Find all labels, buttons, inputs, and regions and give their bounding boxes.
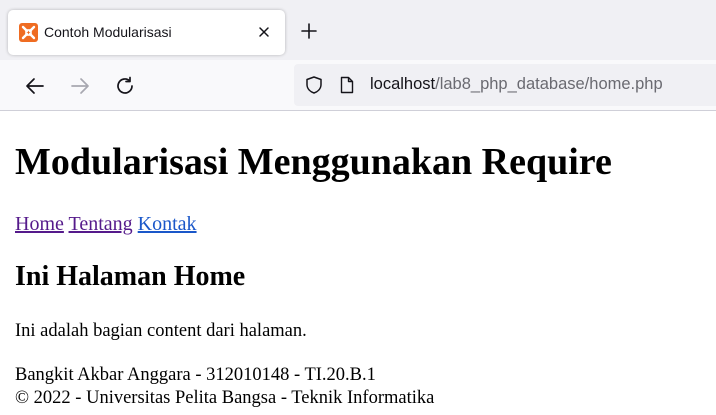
footer: Bangkit Akbar Anggara - 312010148 - TI.2…	[15, 364, 434, 410]
url-path: /lab8_php_database/home.php	[435, 75, 663, 93]
close-tab-icon[interactable]	[255, 23, 273, 41]
section-title: Ini Halaman Home	[15, 261, 246, 292]
nav-link-kontak[interactable]: Kontak	[138, 213, 197, 235]
url-text: localhost/lab8_php_database/home.php	[370, 75, 663, 94]
new-tab-plus-icon[interactable]	[299, 21, 319, 41]
tracking-protection-shield-icon[interactable]	[304, 75, 324, 95]
nav-link-home[interactable]: Home	[15, 213, 64, 235]
footer-copyright-line: © 2022 - Universitas Pelita Bangsa - Tek…	[15, 388, 435, 408]
page-info-icon[interactable]	[339, 76, 355, 94]
browser-tab[interactable]: Contoh Modularisasi	[8, 10, 285, 55]
footer-author-line: Bangkit Akbar Anggara - 312010148 - TI.2…	[15, 365, 376, 385]
tab-title: Contoh Modularisasi	[44, 24, 172, 40]
address-bar[interactable]: localhost/lab8_php_database/home.php	[294, 64, 716, 106]
site-nav: Home Tentang Kontak	[15, 212, 197, 236]
page-title: Modularisasi Menggunakan Require	[15, 141, 612, 183]
url-host: localhost	[370, 75, 436, 93]
nav-link-tentang[interactable]: Tentang	[69, 213, 133, 235]
navigation-toolbar: localhost/lab8_php_database/home.php	[0, 60, 716, 111]
forward-arrow-icon[interactable]	[69, 75, 91, 97]
tab-strip: Contoh Modularisasi	[0, 0, 716, 60]
reload-icon[interactable]	[114, 75, 136, 97]
back-arrow-icon[interactable]	[24, 75, 46, 97]
xampp-favicon-icon	[19, 23, 38, 42]
content-paragraph: Ini adalah bagian content dari halaman.	[15, 321, 307, 341]
